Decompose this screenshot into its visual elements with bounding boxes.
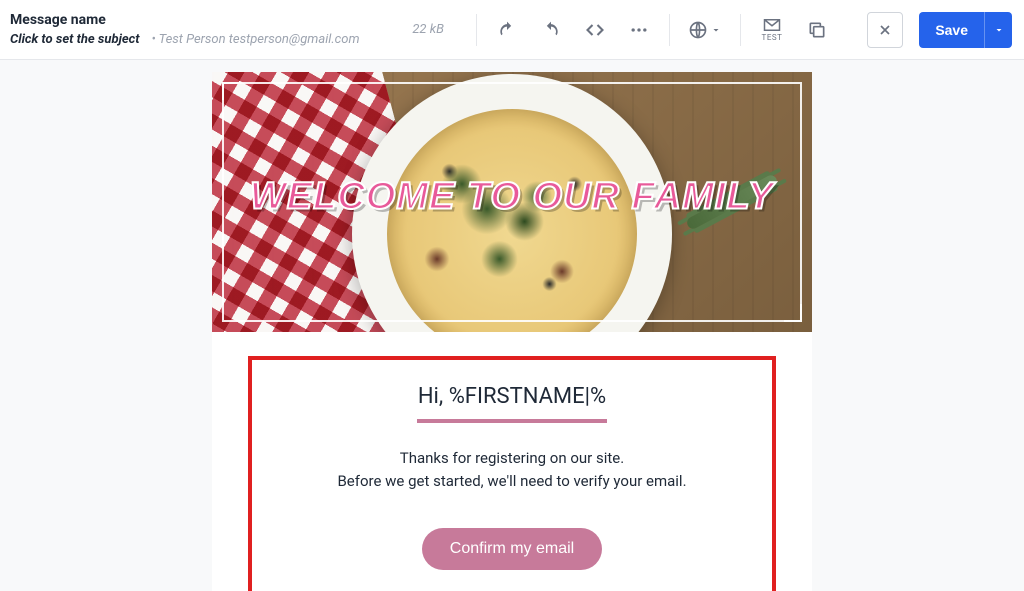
globe-icon xyxy=(688,20,708,40)
file-size: 22 kB xyxy=(412,22,444,37)
hero-image[interactable]: WELCOME TO OUR FAMILY xyxy=(212,72,812,332)
more-button[interactable] xyxy=(621,12,657,48)
accent-divider xyxy=(417,419,607,423)
hero-headline: WELCOME TO OUR FAMILY xyxy=(250,175,774,218)
chevron-down-icon xyxy=(710,24,722,36)
body-line-1: Thanks for registering on our site. xyxy=(272,447,752,470)
undo-icon xyxy=(497,20,517,40)
redo-icon xyxy=(541,20,561,40)
editor-canvas[interactable]: WELCOME TO OUR FAMILY Hi, %FIRSTNAME|% T… xyxy=(0,60,1024,591)
confirm-email-button[interactable]: Confirm my email xyxy=(422,528,602,570)
undo-button[interactable] xyxy=(489,12,525,48)
toolbar-divider xyxy=(669,14,670,46)
close-icon xyxy=(877,22,893,38)
message-name[interactable]: Message name xyxy=(10,12,380,28)
code-button[interactable] xyxy=(577,12,613,48)
subject-placeholder[interactable]: Click to set the subject xyxy=(10,32,140,47)
code-icon xyxy=(585,20,605,40)
greeting-text: Hi, %FIRSTNAME|% xyxy=(272,384,752,409)
editor-toolbar: Message name Click to set the subject Te… xyxy=(0,0,1024,60)
body-line-2: Before we get started, we'll need to ver… xyxy=(272,470,752,493)
copy-button[interactable] xyxy=(799,12,835,48)
email-body[interactable]: WELCOME TO OUR FAMILY Hi, %FIRSTNAME|% T… xyxy=(212,72,812,591)
chevron-down-icon xyxy=(993,24,1005,36)
message-meta: Message name Click to set the subject Te… xyxy=(10,12,380,47)
save-button[interactable]: Save xyxy=(919,12,984,48)
more-icon xyxy=(629,20,649,40)
save-group: Save xyxy=(919,12,1012,48)
toolbar-divider xyxy=(476,14,477,46)
test-label: TEST xyxy=(762,33,783,42)
copy-icon xyxy=(807,20,827,40)
sender-info: Test Person testperson@gmail.com xyxy=(151,32,359,47)
redo-button[interactable] xyxy=(533,12,569,48)
test-button[interactable]: TEST xyxy=(753,11,791,49)
language-dropdown[interactable] xyxy=(682,20,728,40)
save-dropdown[interactable] xyxy=(984,12,1012,48)
envelope-icon xyxy=(763,18,781,32)
toolbar-divider xyxy=(740,14,741,46)
content-block[interactable]: Hi, %FIRSTNAME|% Thanks for registering … xyxy=(248,356,776,591)
close-button[interactable] xyxy=(867,12,903,48)
